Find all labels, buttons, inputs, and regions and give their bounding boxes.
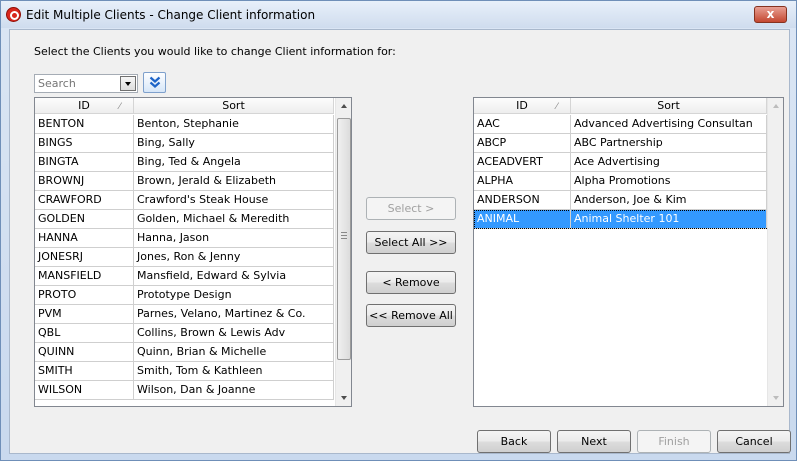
scroll-up-icon[interactable]	[336, 98, 351, 115]
scroll-thumb[interactable]	[337, 118, 351, 360]
table-row[interactable]: HANNA Hanna, Jason	[35, 229, 334, 248]
double-chevron-down-icon	[149, 76, 161, 88]
table-row[interactable]: BROWNJ Brown, Jerald & Elizabeth	[35, 172, 334, 191]
sort-indicator-icon: ⁄	[556, 102, 558, 112]
table-row[interactable]: QBL Collins, Brown & Lewis Adv	[35, 324, 334, 343]
cell-sort: ABC Partnership	[571, 134, 767, 152]
cancel-button[interactable]: Cancel	[717, 430, 791, 453]
cell-sort: Jones, Ron & Jenny	[134, 248, 334, 266]
table-row[interactable]: BINGS Bing, Sally	[35, 134, 334, 153]
cell-sort: Bing, Ted & Angela	[134, 153, 334, 171]
cell-id: WILSON	[35, 381, 134, 399]
table-row[interactable]: SMITH Smith, Tom & Kathleen	[35, 362, 334, 381]
cell-id: ALPHA	[474, 172, 571, 190]
table-row[interactable]: AAC Advanced Advertising Consultan	[474, 115, 767, 134]
app-logo-icon	[6, 7, 21, 22]
available-clients-grid[interactable]: ID ⁄ Sort BENTON Benton, Stephanie BINGS Bi…	[34, 97, 352, 407]
column-header-sort[interactable]: Sort	[571, 98, 767, 114]
scroll-down-icon[interactable]	[768, 389, 783, 406]
cell-sort: Quinn, Brian & Michelle	[134, 343, 334, 361]
table-row[interactable]: PVM Parnes, Velano, Martinez & Co.	[35, 305, 334, 324]
cell-id: CRAWFORD	[35, 191, 134, 209]
scroll-up-icon[interactable]	[768, 98, 783, 115]
select-button[interactable]: Select >	[366, 197, 456, 220]
cell-id: BINGTA	[35, 153, 134, 171]
cell-sort: Prototype Design	[134, 286, 334, 304]
table-row[interactable]: PROTO Prototype Design	[35, 286, 334, 305]
vertical-scrollbar[interactable]	[767, 98, 783, 406]
cell-sort: Ace Advertising	[571, 153, 767, 171]
table-row[interactable]: ACEADVERT Ace Advertising	[474, 153, 767, 172]
cell-id: QUINN	[35, 343, 134, 361]
cell-sort: Brown, Jerald & Elizabeth	[134, 172, 334, 190]
search-combobox[interactable]	[34, 74, 138, 93]
cell-sort: Smith, Tom & Kathleen	[134, 362, 334, 380]
cell-id: HANNA	[35, 229, 134, 247]
cell-sort: Advanced Advertising Consultan	[571, 115, 767, 133]
finish-button[interactable]: Finish	[637, 430, 711, 453]
cell-sort: Bing, Sally	[134, 134, 334, 152]
cell-id: BENTON	[35, 115, 134, 133]
column-header-id[interactable]: ID ⁄	[474, 98, 571, 114]
search-dropdown-arrow-icon[interactable]	[120, 76, 136, 91]
column-header-id[interactable]: ID ⁄	[35, 98, 134, 114]
cell-id: PVM	[35, 305, 134, 323]
expand-options-button[interactable]	[143, 72, 166, 93]
title-bar[interactable]: Edit Multiple Clients - Change Client in…	[1, 1, 796, 28]
cell-sort: Animal Shelter 101	[571, 210, 767, 228]
cell-id: BINGS	[35, 134, 134, 152]
cell-sort: Crawford's Steak House	[134, 191, 334, 209]
table-row[interactable]: BINGTA Bing, Ted & Angela	[35, 153, 334, 172]
table-row[interactable]: ALPHA Alpha Promotions	[474, 172, 767, 191]
next-button[interactable]: Next	[557, 430, 631, 453]
cell-id: QBL	[35, 324, 134, 342]
cell-id: ABCP	[474, 134, 571, 152]
cell-sort: Alpha Promotions	[571, 172, 767, 190]
selected-clients-grid[interactable]: ID ⁄ Sort AAC Advanced Advertising Consul…	[473, 97, 784, 407]
scroll-down-icon[interactable]	[336, 389, 351, 406]
cell-id: MANSFIELD	[35, 267, 134, 285]
grid-header: ID ⁄ Sort	[35, 98, 334, 114]
cell-sort: Collins, Brown & Lewis Adv	[134, 324, 334, 342]
column-header-sort[interactable]: Sort	[134, 98, 334, 114]
table-row[interactable]: ABCP ABC Partnership	[474, 134, 767, 153]
vertical-scrollbar[interactable]	[335, 98, 351, 406]
select-all-button[interactable]: Select All >>	[366, 231, 456, 254]
cell-id: SMITH	[35, 362, 134, 380]
remove-button[interactable]: < Remove	[366, 271, 456, 294]
table-row[interactable]: JONESRJ Jones, Ron & Jenny	[35, 248, 334, 267]
cell-id: ANIMAL	[474, 210, 571, 228]
cell-id: ACEADVERT	[474, 153, 571, 171]
sort-indicator-icon: ⁄	[119, 102, 121, 112]
close-button[interactable]: x	[754, 6, 787, 23]
cell-id: GOLDEN	[35, 210, 134, 228]
table-row[interactable]: ANDERSON Anderson, Joe & Kim	[474, 191, 767, 210]
table-row[interactable]: MANSFIELD Mansfield, Edward & Sylvia	[35, 267, 334, 286]
table-row[interactable]: QUINN Quinn, Brian & Michelle	[35, 343, 334, 362]
cell-id: BROWNJ	[35, 172, 134, 190]
cell-sort: Benton, Stephanie	[134, 115, 334, 133]
cell-sort: Anderson, Joe & Kim	[571, 191, 767, 209]
cell-sort: Parnes, Velano, Martinez & Co.	[134, 305, 334, 323]
grid-header: ID ⁄ Sort	[474, 98, 767, 114]
window-title: Edit Multiple Clients - Change Client in…	[26, 8, 316, 22]
cell-id: JONESRJ	[35, 248, 134, 266]
back-button[interactable]: Back	[477, 430, 551, 453]
remove-all-button[interactable]: << Remove All	[366, 304, 456, 327]
cell-sort: Golden, Michael & Meredith	[134, 210, 334, 228]
table-row[interactable]: BENTON Benton, Stephanie	[35, 115, 334, 134]
search-input[interactable]	[38, 76, 116, 91]
table-row[interactable]: ANIMAL Animal Shelter 101	[474, 210, 767, 229]
cell-sort: Wilson, Dan & Joanne	[134, 381, 334, 399]
instruction-text: Select the Clients you would like to cha…	[34, 45, 396, 58]
table-row[interactable]: CRAWFORD Crawford's Steak House	[35, 191, 334, 210]
table-row[interactable]: GOLDEN Golden, Michael & Meredith	[35, 210, 334, 229]
cell-id: ANDERSON	[474, 191, 571, 209]
cell-id: AAC	[474, 115, 571, 133]
cell-sort: Mansfield, Edward & Sylvia	[134, 267, 334, 285]
cell-sort: Hanna, Jason	[134, 229, 334, 247]
cell-id: PROTO	[35, 286, 134, 304]
table-row[interactable]: WILSON Wilson, Dan & Joanne	[35, 381, 334, 400]
